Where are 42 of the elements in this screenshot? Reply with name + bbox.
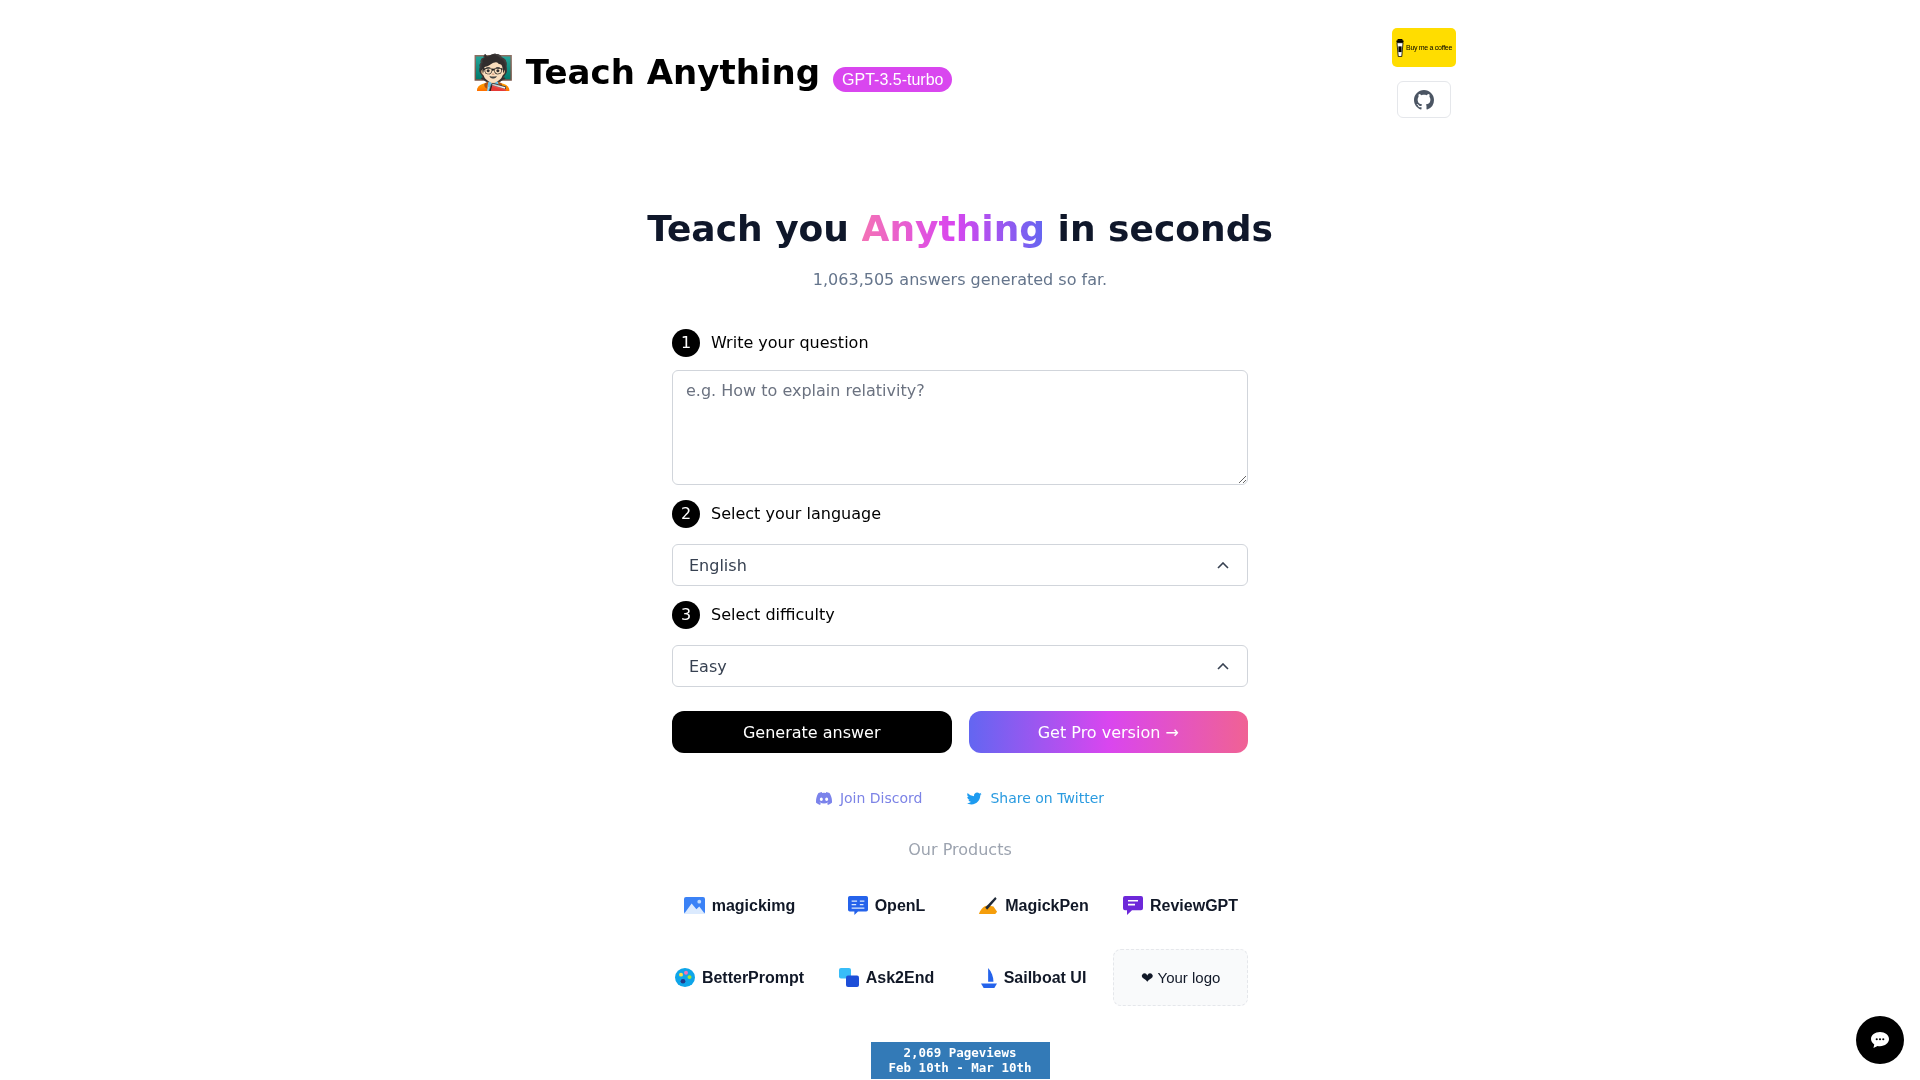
dropdown-field[interactable]: Easy xyxy=(672,645,1248,687)
chevron-up-icon xyxy=(1217,662,1229,670)
step-number: 3 xyxy=(672,601,700,629)
controller-icon xyxy=(815,791,832,805)
cup-icon xyxy=(1396,38,1405,57)
products-heading: Our Products xyxy=(908,839,1012,861)
product-link[interactable]: ReviewGPT xyxy=(1113,877,1248,934)
question-field[interactable]: e.g. How to explain relativity? xyxy=(672,370,1248,485)
site-title: 🧑🏻‍🏫 Teach Anything xyxy=(472,51,821,94)
answers-count: 1,063,505 answers generated so far. xyxy=(812,269,1108,291)
dropdown-field[interactable]: English xyxy=(672,544,1248,586)
product-link[interactable]: BetterPrompt xyxy=(672,949,807,1006)
chat-button[interactable] xyxy=(1856,1016,1904,1064)
palette-icon xyxy=(674,968,695,987)
sailboat-icon xyxy=(980,967,997,988)
step-number: 1 xyxy=(672,329,700,357)
cat-icon xyxy=(1414,89,1434,110)
product-link[interactable]: Ask2End xyxy=(819,949,954,1006)
bird-icon xyxy=(966,791,983,805)
step-number: 2 xyxy=(672,500,700,528)
model-tag: GPT-3.5-turbo xyxy=(833,67,953,92)
chat-icon xyxy=(1123,896,1143,915)
speech-bubble-icon xyxy=(1871,1032,1889,1048)
product-link[interactable]: Sailboat UI xyxy=(966,949,1101,1006)
generate-button[interactable]: Generate answer xyxy=(672,711,952,753)
product-link[interactable]: OpenL xyxy=(819,877,954,934)
step-label: Write your question xyxy=(711,332,869,354)
your-logo-link[interactable]: ❤ Your logo xyxy=(1113,949,1248,1006)
step-label: Select your language xyxy=(711,503,881,525)
upgrade-button[interactable]: Get Pro version → xyxy=(968,711,1248,753)
hero-heading: Teach you Anything in seconds xyxy=(647,209,1273,249)
product-link[interactable]: MagickPen xyxy=(966,877,1101,934)
step-label: Select difficulty xyxy=(711,604,835,626)
translate-icon xyxy=(847,896,868,915)
chevron-up-icon xyxy=(1217,561,1229,569)
date-range: Feb 10th - Mar 10th xyxy=(888,1060,1032,1075)
pen-icon xyxy=(978,896,999,915)
image-icon xyxy=(683,897,705,914)
github-button[interactable] xyxy=(1397,81,1451,118)
product-link[interactable]: magickimg xyxy=(672,877,807,934)
pageview-count: 2,069 Pageviews xyxy=(903,1045,1017,1060)
chat-bubbles-icon xyxy=(838,968,859,987)
